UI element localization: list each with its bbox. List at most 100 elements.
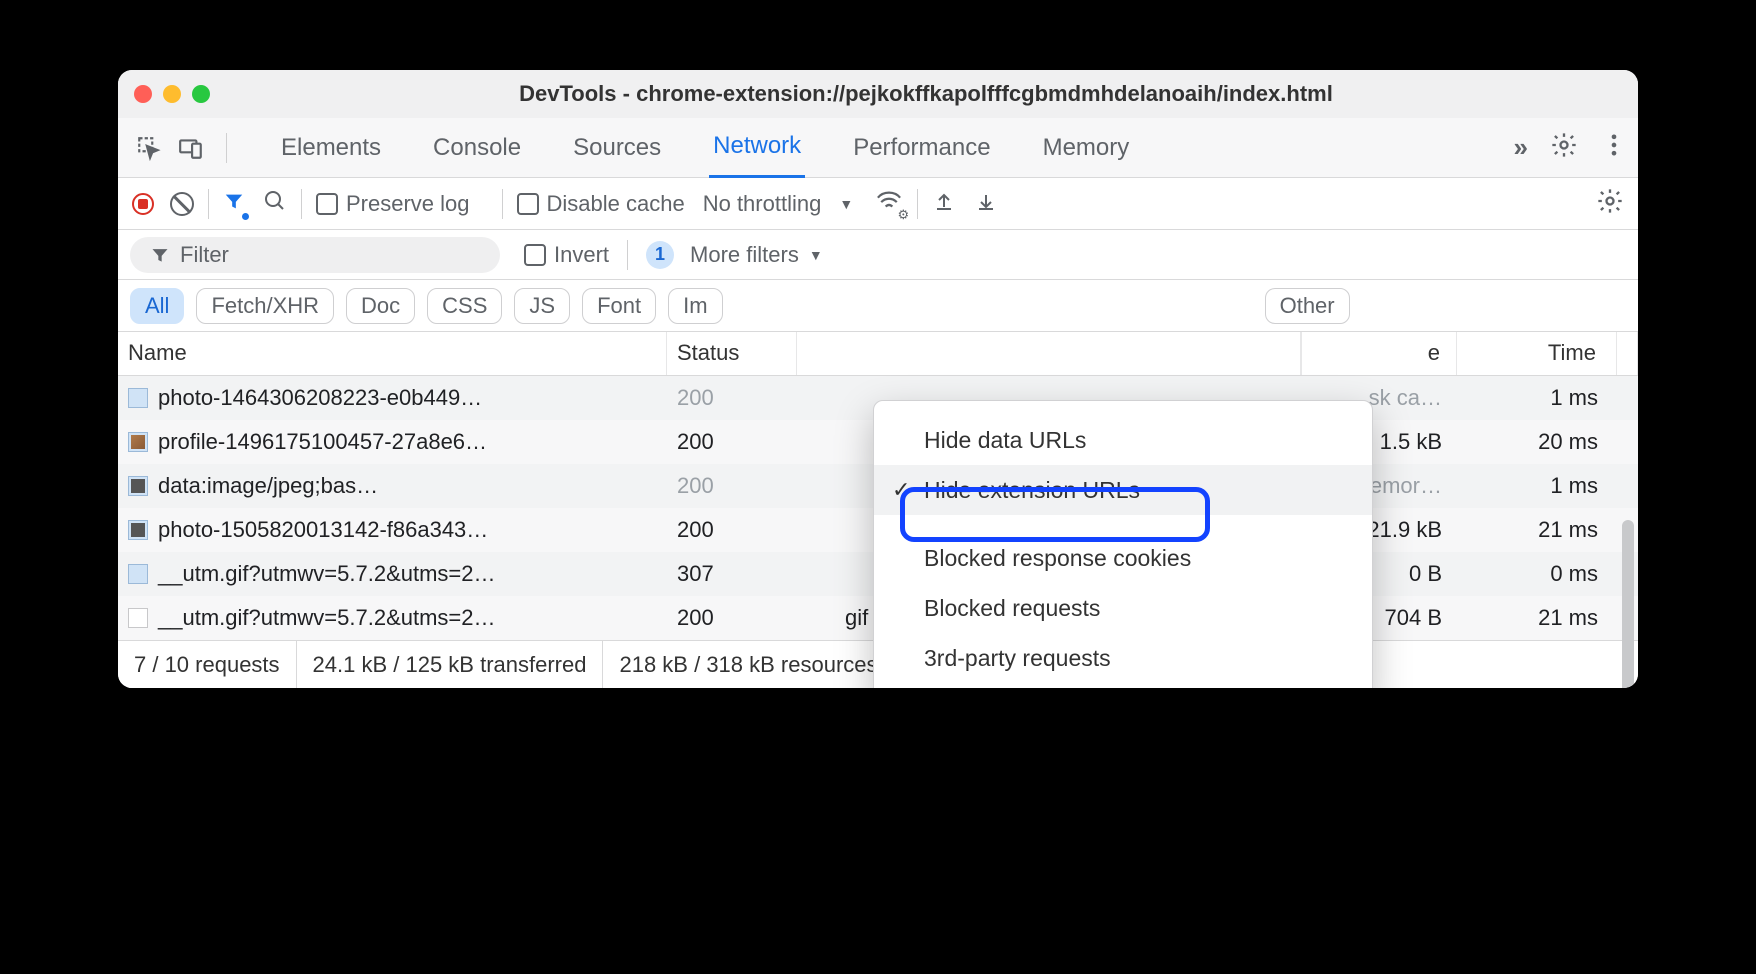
separator [502, 189, 503, 219]
cell-name: data:image/jpeg;bas… [118, 473, 667, 499]
popup-item-label: Hide data URLs [924, 427, 1086, 454]
record-button[interactable] [132, 193, 154, 215]
invert-label: Invert [554, 242, 609, 268]
chip-js[interactable]: JS [514, 288, 570, 324]
clear-button[interactable] [170, 192, 194, 216]
request-name: photo-1505820013142-f86a343… [158, 517, 488, 543]
invert-checkbox[interactable] [524, 244, 546, 266]
cell-time: 21 ms [1458, 605, 1618, 631]
filter-blocked-response-cookies[interactable]: Blocked response cookies [874, 533, 1372, 583]
tab-console[interactable]: Console [429, 118, 525, 178]
titlebar: DevTools - chrome-extension://pejkokffka… [118, 70, 1638, 118]
tab-elements[interactable]: Elements [277, 118, 385, 178]
network-conditions-icon[interactable]: ⚙ [875, 191, 903, 217]
disable-cache-checkbox[interactable] [517, 193, 539, 215]
chip-img[interactable]: Im [668, 288, 722, 324]
filter-input[interactable]: Filter [130, 237, 500, 273]
cell-status: 200 [667, 429, 797, 455]
cell-name: __utm.gif?utmwv=5.7.2&utms=2… [118, 561, 667, 587]
filter-toggle-icon[interactable] [223, 190, 245, 218]
panel-tabs: Elements Console Sources Network Perform… [118, 118, 1638, 178]
tab-memory[interactable]: Memory [1039, 118, 1134, 178]
chip-css[interactable]: CSS [427, 288, 502, 324]
more-tabs-icon[interactable]: » [1514, 132, 1528, 163]
col-status-header[interactable]: Status [667, 332, 797, 375]
cell-time: 20 ms [1458, 429, 1618, 455]
zoom-window-button[interactable] [192, 85, 210, 103]
filter-bar: Filter Invert 1 More filters ▼ [118, 230, 1638, 280]
minimize-window-button[interactable] [163, 85, 181, 103]
checkmark-icon: ✓ [892, 477, 910, 503]
cell-status: 200 [667, 385, 797, 411]
resources-size: 218 kB / 318 kB resources [603, 641, 894, 688]
preserve-log-label: Preserve log [346, 191, 470, 217]
scrollbar-thumb[interactable] [1622, 520, 1634, 688]
filter-placeholder: Filter [180, 242, 229, 268]
file-type-icon [128, 476, 148, 496]
cell-time: 0 ms [1458, 561, 1618, 587]
preserve-log-checkbox[interactable] [316, 193, 338, 215]
transferred-size: 24.1 kB / 125 kB transferred [297, 641, 604, 688]
tab-performance[interactable]: Performance [849, 118, 994, 178]
cell-name: photo-1505820013142-f86a343… [118, 517, 667, 543]
chip-fetch-xhr[interactable]: Fetch/XHR [196, 288, 334, 324]
table-header: Name Status e Time [118, 332, 1638, 376]
separator [301, 189, 302, 219]
col-name-header[interactable]: Name [118, 332, 667, 375]
request-name: __utm.gif?utmwv=5.7.2&utms=2… [158, 561, 496, 587]
separator [208, 189, 209, 219]
chip-doc[interactable]: Doc [346, 288, 415, 324]
popup-item-label: Blocked response cookies [924, 545, 1191, 572]
col-size-header[interactable]: e [1301, 332, 1457, 375]
file-type-icon [128, 520, 148, 540]
cell-name: __utm.gif?utmwv=5.7.2&utms=2… [118, 605, 667, 631]
traffic-lights [134, 85, 210, 103]
request-name: profile-1496175100457-27a8e6… [158, 429, 487, 455]
more-filters-popup: Hide data URLs ✓ Hide extension URLs Blo… [873, 400, 1373, 688]
filter-hide-extension-urls[interactable]: ✓ Hide extension URLs [874, 465, 1372, 515]
file-type-icon [128, 388, 148, 408]
inspect-element-icon[interactable] [128, 135, 170, 161]
chip-font[interactable]: Font [582, 288, 656, 324]
more-filters-label: More filters [690, 242, 799, 268]
popup-item-label: Hide extension URLs [924, 477, 1140, 504]
request-name: photo-1464306208223-e0b449… [158, 385, 482, 411]
network-settings-icon[interactable] [1596, 187, 1624, 221]
type-filters: All Fetch/XHR Doc CSS JS Font Im Other [118, 280, 1638, 332]
cell-status: 307 [667, 561, 797, 587]
upload-har-icon[interactable] [932, 189, 956, 219]
cell-name: profile-1496175100457-27a8e6… [118, 429, 667, 455]
more-filters-count-badge: 1 [646, 241, 674, 269]
caret-down-icon: ▼ [839, 196, 853, 212]
device-toolbar-icon[interactable] [170, 135, 212, 161]
tab-network[interactable]: Network [709, 118, 805, 178]
panel-tabs-list: Elements Console Sources Network Perform… [277, 118, 1496, 178]
kebab-menu-icon[interactable] [1600, 131, 1628, 164]
settings-icon[interactable] [1550, 131, 1578, 164]
tab-sources[interactable]: Sources [569, 118, 665, 178]
cell-time: 21 ms [1458, 517, 1618, 543]
separator [627, 240, 628, 270]
popup-item-label: Blocked requests [924, 595, 1100, 622]
window-title: DevTools - chrome-extension://pejkokffka… [230, 81, 1622, 107]
search-icon[interactable] [263, 189, 287, 219]
separator [917, 189, 918, 219]
chip-other[interactable]: Other [1265, 288, 1350, 324]
requests-count: 7 / 10 requests [118, 641, 297, 688]
request-name: data:image/jpeg;bas… [158, 473, 378, 499]
popup-item-label: 3rd-party requests [924, 645, 1111, 672]
col-time-header[interactable]: Time [1457, 332, 1617, 375]
filter-blocked-requests[interactable]: Blocked requests [874, 583, 1372, 633]
close-window-button[interactable] [134, 85, 152, 103]
cell-status: 200 [667, 517, 797, 543]
devtools-window: DevTools - chrome-extension://pejkokffka… [118, 70, 1638, 688]
filter-hide-data-urls[interactable]: Hide data URLs [874, 415, 1372, 465]
file-type-icon [128, 608, 148, 628]
filter-3rd-party-requests[interactable]: 3rd-party requests [874, 633, 1372, 683]
throttling-value: No throttling [703, 191, 822, 217]
download-har-icon[interactable] [974, 189, 998, 219]
chip-all[interactable]: All [130, 288, 184, 324]
throttling-select[interactable]: No throttling ▼ [703, 191, 853, 217]
disable-cache-label: Disable cache [547, 191, 685, 217]
more-filters-dropdown[interactable]: More filters ▼ [690, 242, 823, 268]
